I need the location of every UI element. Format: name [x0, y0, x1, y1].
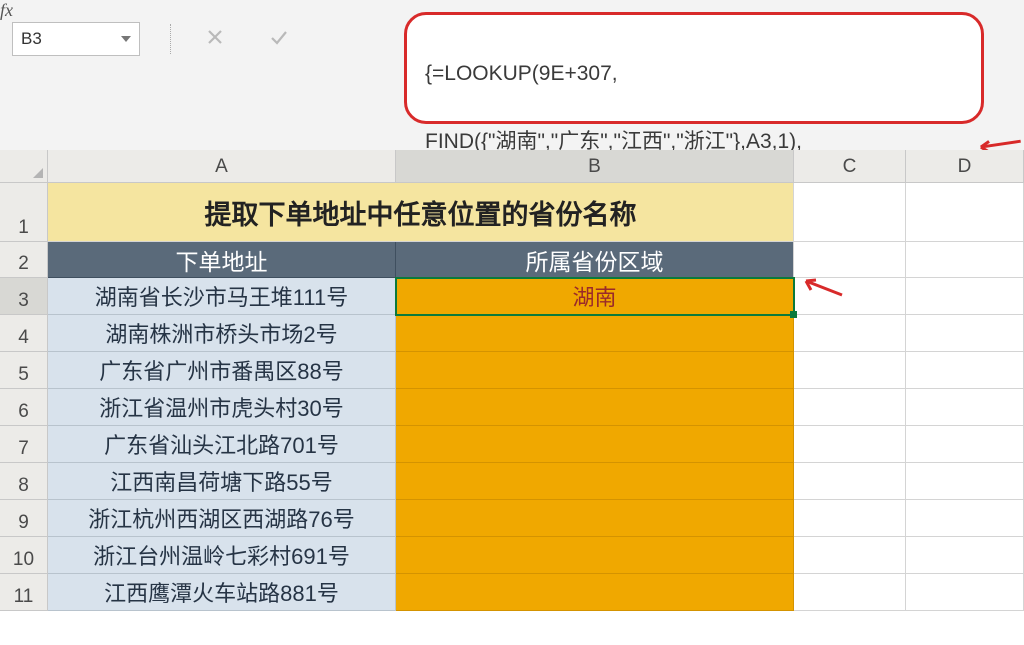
- annotation-arrow-cell: [800, 273, 844, 306]
- row-9: 9 浙江杭州西湖区西湖路76号: [0, 500, 1024, 537]
- check-icon: [269, 27, 289, 52]
- cell-D9[interactable]: [906, 500, 1024, 537]
- cell-D2[interactable]: [906, 242, 1024, 278]
- cell-C11[interactable]: [794, 574, 906, 611]
- cell-C10[interactable]: [794, 537, 906, 574]
- row-header-9[interactable]: 9: [0, 500, 48, 537]
- formula-cancel-button[interactable]: [198, 23, 232, 55]
- cell-A10[interactable]: 浙江台州温岭七彩村691号: [48, 537, 396, 574]
- cell-D10[interactable]: [906, 537, 1024, 574]
- name-box[interactable]: B3: [12, 22, 140, 56]
- column-header-C[interactable]: C: [794, 150, 906, 182]
- spreadsheet-grid[interactable]: A B C D 1 提取下单地址中任意位置的省份名称 2 下单地址 所属省份区域…: [0, 150, 1024, 645]
- cell-D1[interactable]: [906, 183, 1024, 242]
- cell-B3[interactable]: 湖南: [396, 278, 794, 315]
- cell-A11[interactable]: 江西鹰潭火车站路881号: [48, 574, 396, 611]
- row-header-1[interactable]: 1: [0, 183, 48, 242]
- cell-C8[interactable]: [794, 463, 906, 500]
- cell-B7[interactable]: [396, 426, 794, 463]
- cell-D6[interactable]: [906, 389, 1024, 426]
- cell-D3[interactable]: [906, 278, 1024, 315]
- row-header-6[interactable]: 6: [0, 389, 48, 426]
- fx-icon: fx: [0, 0, 13, 20]
- row-8: 8 江西南昌荷塘下路55号: [0, 463, 1024, 500]
- cell-D5[interactable]: [906, 352, 1024, 389]
- cell-C5[interactable]: [794, 352, 906, 389]
- row-11: 11 江西鹰潭火车站路881号: [0, 574, 1024, 611]
- row-10: 10 浙江台州温岭七彩村691号: [0, 537, 1024, 574]
- cell-A9[interactable]: 浙江杭州西湖区西湖路76号: [48, 500, 396, 537]
- x-icon: [205, 27, 225, 52]
- row-header-3[interactable]: 3: [0, 278, 48, 315]
- header-address[interactable]: 下单地址: [48, 242, 396, 278]
- separator: [170, 24, 171, 54]
- cell-B6[interactable]: [396, 389, 794, 426]
- row-6: 6 浙江省温州市虎头村30号: [0, 389, 1024, 426]
- cell-A8[interactable]: 江西南昌荷塘下路55号: [48, 463, 396, 500]
- column-headers: A B C D: [0, 150, 1024, 183]
- cell-B9[interactable]: [396, 500, 794, 537]
- row-7: 7 广东省汕头江北路701号: [0, 426, 1024, 463]
- cell-D4[interactable]: [906, 315, 1024, 352]
- cell-B5[interactable]: [396, 352, 794, 389]
- cell-C6[interactable]: [794, 389, 906, 426]
- cell-D7[interactable]: [906, 426, 1024, 463]
- title-cell[interactable]: 提取下单地址中任意位置的省份名称: [48, 183, 794, 242]
- cell-B4[interactable]: [396, 315, 794, 352]
- formula-line-1: {=LOOKUP(9E+307,: [425, 57, 963, 91]
- row-1: 1 提取下单地址中任意位置的省份名称: [0, 183, 1024, 242]
- cell-A7[interactable]: 广东省汕头江北路701号: [48, 426, 396, 463]
- formula-input[interactable]: {=LOOKUP(9E+307, FIND({"湖南","广东","江西","浙…: [404, 12, 984, 124]
- cell-B8[interactable]: [396, 463, 794, 500]
- cell-B11[interactable]: [396, 574, 794, 611]
- cell-A4[interactable]: 湖南株洲市桥头市场2号: [48, 315, 396, 352]
- grid-body: 1 提取下单地址中任意位置的省份名称 2 下单地址 所属省份区域 3 湖南省长沙…: [0, 183, 1024, 611]
- header-province[interactable]: 所属省份区域: [396, 242, 794, 278]
- row-header-7[interactable]: 7: [0, 426, 48, 463]
- row-header-5[interactable]: 5: [0, 352, 48, 389]
- row-2: 2 下单地址 所属省份区域: [0, 242, 1024, 278]
- row-header-11[interactable]: 11: [0, 574, 48, 611]
- cell-C1[interactable]: [794, 183, 906, 242]
- name-box-value: B3: [21, 29, 42, 49]
- row-header-8[interactable]: 8: [0, 463, 48, 500]
- row-4: 4 湖南株洲市桥头市场2号: [0, 315, 1024, 352]
- cell-C9[interactable]: [794, 500, 906, 537]
- cell-D11[interactable]: [906, 574, 1024, 611]
- name-box-dropdown-icon[interactable]: [121, 36, 131, 42]
- cell-B10[interactable]: [396, 537, 794, 574]
- row-5: 5 广东省广州市番禺区88号: [0, 352, 1024, 389]
- row-3: 3 湖南省长沙市马王堆111号 湖南: [0, 278, 1024, 315]
- column-header-B[interactable]: B: [396, 150, 794, 182]
- column-header-D[interactable]: D: [906, 150, 1024, 182]
- cell-A5[interactable]: 广东省广州市番禺区88号: [48, 352, 396, 389]
- cell-D8[interactable]: [906, 463, 1024, 500]
- cell-A3[interactable]: 湖南省长沙市马王堆111号: [48, 278, 396, 315]
- row-header-4[interactable]: 4: [0, 315, 48, 352]
- formula-accept-button[interactable]: [262, 23, 296, 55]
- cell-A6[interactable]: 浙江省温州市虎头村30号: [48, 389, 396, 426]
- cell-C7[interactable]: [794, 426, 906, 463]
- select-all-corner[interactable]: [0, 150, 48, 182]
- row-header-10[interactable]: 10: [0, 537, 48, 574]
- cell-C4[interactable]: [794, 315, 906, 352]
- column-header-A[interactable]: A: [48, 150, 396, 182]
- formula-bar-area: B3 fx {=LOOKUP(9E+307, FIND({"湖南","广东","…: [0, 0, 1024, 150]
- row-header-2[interactable]: 2: [0, 242, 48, 278]
